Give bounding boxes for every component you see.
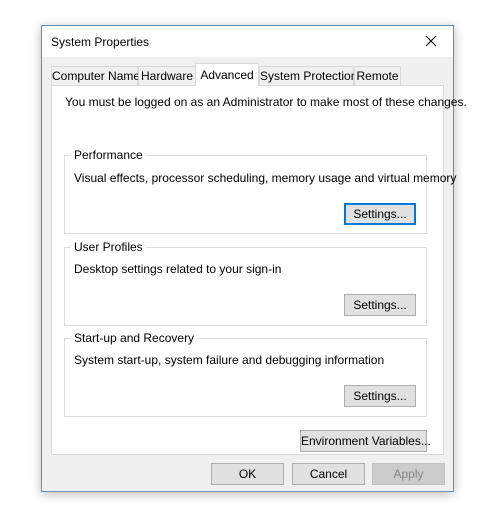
tab-advanced[interactable]: Advanced	[195, 63, 259, 86]
admin-note: You must be logged on as an Administrato…	[65, 95, 467, 109]
performance-legend: Performance	[71, 148, 146, 162]
environment-variables-button[interactable]: Environment Variables...	[300, 430, 431, 452]
user-profiles-group: User Profiles Desktop settings related t…	[64, 240, 427, 326]
user-profiles-legend: User Profiles	[71, 240, 146, 254]
apply-button[interactable]: Apply	[372, 463, 445, 485]
startup-recovery-group: Start-up and Recovery System start-up, s…	[64, 331, 427, 417]
close-button[interactable]	[409, 26, 453, 56]
window-title: System Properties	[51, 35, 150, 49]
startup-recovery-description: System start-up, system failure and debu…	[74, 353, 385, 367]
title-bar[interactable]: System Properties	[42, 26, 453, 57]
startup-recovery-settings-button[interactable]: Settings...	[344, 385, 416, 407]
system-properties-window: System Properties Computer Name Hardware…	[41, 25, 467, 492]
tab-hardware[interactable]: Hardware	[138, 66, 196, 85]
cancel-button[interactable]: Cancel	[292, 463, 365, 485]
close-icon	[425, 35, 437, 47]
tab-computer-name[interactable]: Computer Name	[51, 66, 140, 85]
ok-button[interactable]: OK	[211, 463, 284, 485]
user-profiles-description: Desktop settings related to your sign-in	[74, 262, 282, 276]
startup-recovery-legend: Start-up and Recovery	[71, 331, 198, 345]
advanced-tab-panel: You must be logged on as an Administrato…	[51, 85, 467, 455]
performance-description: Visual effects, processor scheduling, me…	[74, 171, 457, 185]
tab-remote[interactable]: Remote	[354, 66, 401, 85]
tab-system-protection[interactable]: System Protection	[259, 66, 357, 85]
performance-group: Performance Visual effects, processor sc…	[64, 148, 456, 234]
user-profiles-settings-button[interactable]: Settings...	[344, 294, 416, 316]
performance-settings-button[interactable]: Settings...	[344, 203, 416, 225]
